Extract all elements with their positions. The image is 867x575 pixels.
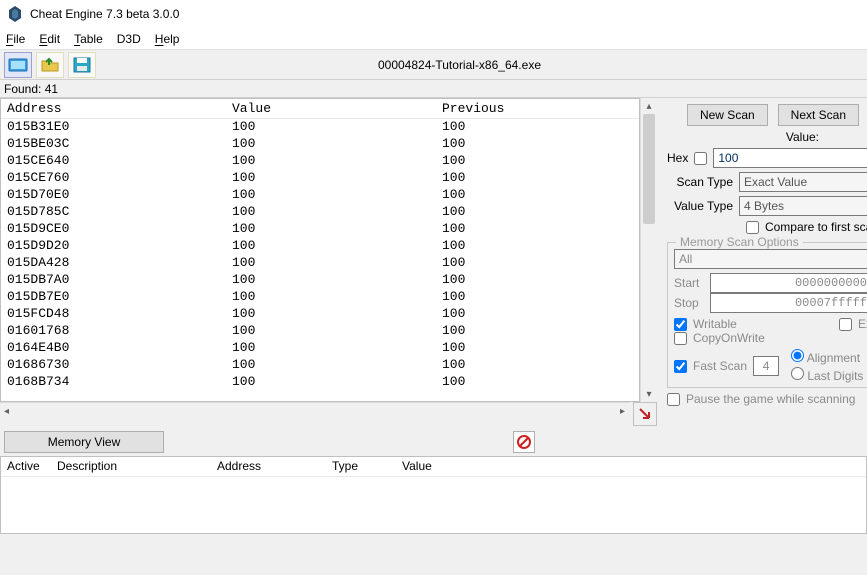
table-row[interactable]: 015D9D20100100	[1, 238, 639, 255]
scroll-down-icon[interactable]: ▾	[641, 386, 657, 402]
scan-type-select[interactable]: Exact Value	[739, 172, 867, 192]
table-row[interactable]: 01686730100100	[1, 357, 639, 374]
table-row[interactable]: 015D9CE0100100	[1, 221, 639, 238]
new-scan-button[interactable]: New Scan	[687, 104, 768, 126]
value-input[interactable]	[713, 148, 867, 168]
table-row[interactable]: 0164E4B0100100	[1, 340, 639, 357]
table-row[interactable]: 015D70E0100100	[1, 187, 639, 204]
last-digits-radio[interactable]: Last Digits	[791, 367, 863, 383]
open-process-button[interactable]	[4, 52, 32, 78]
table-row[interactable]: 01601768100100	[1, 323, 639, 340]
executable-label: Ex	[858, 317, 867, 331]
scan-options-pane: New Scan Next Scan Value: Hex Scan Type …	[657, 98, 867, 428]
table-row[interactable]: 015B31E0100100	[1, 119, 639, 136]
address-table-header: Active Description Address Type Value	[1, 457, 866, 477]
app-title: Cheat Engine 7.3 beta 3.0.0	[30, 7, 179, 21]
table-row[interactable]: 015DA428100100	[1, 255, 639, 272]
hex-checkbox[interactable]	[694, 152, 707, 165]
table-row[interactable]: 015BE03C100100	[1, 136, 639, 153]
pause-label: Pause the game while scanning	[686, 392, 855, 406]
value-type-label: Value Type	[667, 199, 733, 213]
scroll-thumb[interactable]	[643, 114, 655, 224]
table-row[interactable]: 015CE760100100	[1, 170, 639, 187]
scroll-right-icon[interactable]: ▸	[620, 406, 625, 417]
scroll-up-icon[interactable]: ▴	[641, 98, 657, 114]
stop-label: Stop	[674, 296, 704, 310]
memory-view-button[interactable]: Memory View	[4, 431, 164, 453]
start-label: Start	[674, 276, 704, 290]
results-body[interactable]: 015B31E0100100015BE03C100100015CE6401001…	[1, 119, 639, 401]
table-row[interactable]: 015CE640100100	[1, 153, 639, 170]
copyonwrite-checkbox[interactable]	[674, 332, 687, 345]
writable-checkbox[interactable]	[674, 318, 687, 331]
mem-options-legend: Memory Scan Options	[676, 235, 803, 249]
table-row[interactable]: 015FCD48100100	[1, 306, 639, 323]
copyonwrite-label: CopyOnWrite	[693, 331, 765, 345]
col-type[interactable]: Type	[326, 457, 396, 476]
open-file-button[interactable]	[36, 52, 64, 78]
menu-table[interactable]: Table	[74, 32, 103, 46]
scan-type-label: Scan Type	[667, 175, 733, 189]
mid-toolbar: Memory View	[0, 428, 867, 456]
add-to-list-button[interactable]	[633, 402, 657, 426]
hex-label: Hex	[667, 151, 688, 165]
memory-scan-options: Memory Scan Options All Start Stop Writa…	[667, 242, 867, 388]
address-table[interactable]: Active Description Address Type Value	[0, 456, 867, 534]
save-button[interactable]	[68, 52, 96, 78]
stop-input[interactable]	[710, 293, 867, 313]
menubar: File Edit Table D3D Help	[0, 28, 867, 50]
value-label: Value:	[667, 130, 867, 144]
toolbar: 00004824-Tutorial-x86_64.exe	[0, 50, 867, 80]
table-row[interactable]: 0168B734100100	[1, 374, 639, 391]
fast-scan-checkbox[interactable]	[674, 360, 687, 373]
fast-scan-label: Fast Scan	[693, 359, 747, 373]
menu-help[interactable]: Help	[155, 32, 180, 46]
table-row[interactable]: 015DB7A0100100	[1, 272, 639, 289]
writable-label: Writable	[693, 317, 737, 331]
alignment-radio[interactable]: Alignment	[791, 349, 863, 365]
menu-file[interactable]: File	[6, 32, 25, 46]
compare-first-checkbox[interactable]	[746, 221, 759, 234]
pause-checkbox[interactable]	[667, 393, 680, 406]
col-value[interactable]: Value	[226, 99, 436, 118]
process-label: 00004824-Tutorial-x86_64.exe	[100, 58, 819, 72]
col-value2[interactable]: Value	[396, 457, 866, 476]
clear-list-button[interactable]	[513, 431, 535, 453]
app-logo-icon	[6, 5, 24, 23]
scroll-left-icon[interactable]: ◂	[4, 406, 9, 417]
table-row[interactable]: 015D785C100100	[1, 204, 639, 221]
col-address2[interactable]: Address	[211, 457, 326, 476]
results-header: Address Value Previous	[1, 99, 639, 119]
results-scrollbar[interactable]: ▴ ▾	[640, 98, 657, 402]
table-row[interactable]: 015DB7E0100100	[1, 289, 639, 306]
col-address[interactable]: Address	[1, 99, 226, 118]
col-description[interactable]: Description	[51, 457, 211, 476]
mem-region-select[interactable]: All	[674, 249, 867, 269]
next-scan-button[interactable]: Next Scan	[778, 104, 859, 126]
start-input[interactable]	[710, 273, 867, 293]
compare-first-label: Compare to first scan	[765, 220, 867, 234]
titlebar: Cheat Engine 7.3 beta 3.0.0	[0, 0, 867, 28]
col-previous[interactable]: Previous	[436, 99, 639, 118]
value-type-select[interactable]: 4 Bytes	[739, 196, 867, 216]
menu-d3d[interactable]: D3D	[117, 32, 141, 46]
found-count: Found: 41	[0, 80, 867, 98]
menu-edit[interactable]: Edit	[39, 32, 60, 46]
fast-scan-value[interactable]	[753, 356, 779, 376]
results-pane: Address Value Previous 015B31E0100100015…	[0, 98, 640, 402]
col-active[interactable]: Active	[1, 457, 51, 476]
executable-checkbox[interactable]	[839, 318, 852, 331]
results-hscroll[interactable]: ◂ ▸	[0, 402, 629, 419]
